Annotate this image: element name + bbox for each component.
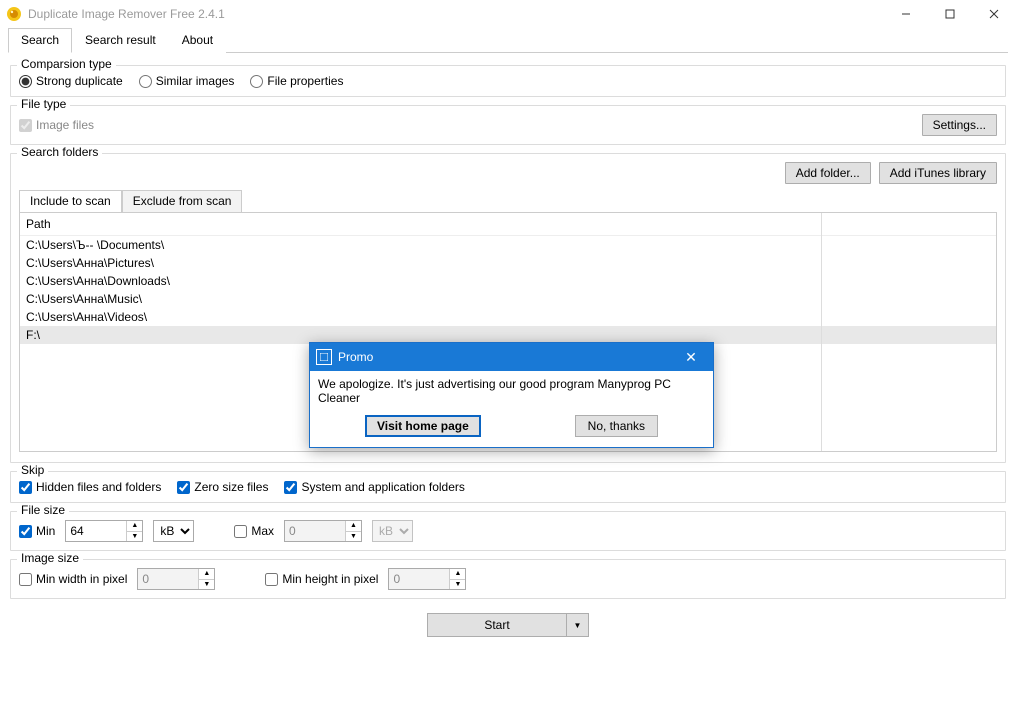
main-tabs: Search Search result About: [8, 28, 1008, 53]
imagesize-legend: Image size: [17, 551, 83, 565]
check-zero-size[interactable]: Zero size files: [177, 480, 268, 494]
skip-legend: Skip: [17, 463, 48, 477]
chevron-down-icon: ▼: [574, 621, 582, 630]
visit-home-page-button[interactable]: Visit home page: [365, 415, 481, 437]
promo-body: We apologize. It's just advertising our …: [310, 371, 713, 447]
add-folder-button[interactable]: Add folder...: [785, 162, 871, 184]
spinner-icon[interactable]: ▲▼: [126, 521, 142, 541]
search-folders-legend: Search folders: [17, 145, 102, 159]
min-height-input: ▲▼: [388, 568, 466, 590]
radio-strong-duplicate[interactable]: Strong duplicate: [19, 74, 123, 88]
window-controls: [884, 0, 1016, 28]
app-icon: [6, 6, 22, 22]
min-size-input[interactable]: ▲▼: [65, 520, 143, 542]
check-system-folders[interactable]: System and application folders: [284, 480, 464, 494]
window-title: Duplicate Image Remover Free 2.4.1: [28, 7, 884, 21]
check-min-height[interactable]: Min height in pixel: [265, 572, 378, 586]
max-size-input: ▲▼: [284, 520, 362, 542]
promo-icon: [316, 349, 332, 365]
folder-list-side-panel: [821, 213, 996, 451]
spinner-icon: ▲▼: [198, 569, 214, 589]
no-thanks-button[interactable]: No, thanks: [575, 415, 658, 437]
filetype-group: File type Image files Settings...: [10, 105, 1006, 145]
promo-message: We apologize. It's just advertising our …: [318, 377, 705, 405]
folder-subtabs: Include to scan Exclude from scan: [19, 190, 997, 212]
settings-button[interactable]: Settings...: [922, 114, 997, 136]
promo-close-button[interactable]: ✕: [675, 343, 707, 371]
promo-title: Promo: [338, 350, 373, 364]
promo-dialog: Promo ✕ We apologize. It's just advertis…: [309, 342, 714, 448]
promo-title-bar: Promo ✕: [310, 343, 713, 371]
start-dropdown-button[interactable]: ▼: [567, 613, 589, 637]
filesize-group: File size Min ▲▼ kB Max ▲▼ kB: [10, 511, 1006, 551]
minimize-button[interactable]: [884, 0, 928, 28]
start-button[interactable]: Start: [427, 613, 567, 637]
close-button[interactable]: [972, 0, 1016, 28]
title-bar: Duplicate Image Remover Free 2.4.1: [0, 0, 1016, 28]
min-size-unit[interactable]: kB: [153, 520, 194, 542]
check-max-size[interactable]: Max: [234, 524, 274, 538]
tab-search[interactable]: Search: [8, 28, 72, 53]
check-hidden-files[interactable]: Hidden files and folders: [19, 480, 161, 494]
max-size-unit: kB: [372, 520, 413, 542]
check-min-width[interactable]: Min width in pixel: [19, 572, 127, 586]
subtab-include[interactable]: Include to scan: [19, 190, 122, 212]
skip-group: Skip Hidden files and folders Zero size …: [10, 471, 1006, 503]
comparison-legend: Comparsion type: [17, 57, 116, 71]
tab-search-result[interactable]: Search result: [72, 28, 169, 53]
app-window: Duplicate Image Remover Free 2.4.1 Searc…: [0, 0, 1016, 708]
filesize-legend: File size: [17, 503, 69, 517]
spinner-icon: ▲▼: [345, 521, 361, 541]
add-itunes-button[interactable]: Add iTunes library: [879, 162, 997, 184]
comparison-group: Comparsion type Strong duplicate Similar…: [10, 65, 1006, 97]
maximize-button[interactable]: [928, 0, 972, 28]
check-image-files: Image files: [19, 118, 94, 132]
spinner-icon: ▲▼: [449, 569, 465, 589]
tab-about[interactable]: About: [169, 28, 226, 53]
check-min-size[interactable]: Min: [19, 524, 55, 538]
subtab-exclude[interactable]: Exclude from scan: [122, 190, 243, 212]
radio-similar-images[interactable]: Similar images: [139, 74, 235, 88]
imagesize-group: Image size Min width in pixel ▲▼ Min hei…: [10, 559, 1006, 599]
filetype-legend: File type: [17, 97, 70, 111]
close-icon: ✕: [685, 349, 697, 366]
min-width-input: ▲▼: [137, 568, 215, 590]
radio-file-properties[interactable]: File properties: [250, 74, 343, 88]
start-row: Start ▼: [10, 613, 1006, 637]
